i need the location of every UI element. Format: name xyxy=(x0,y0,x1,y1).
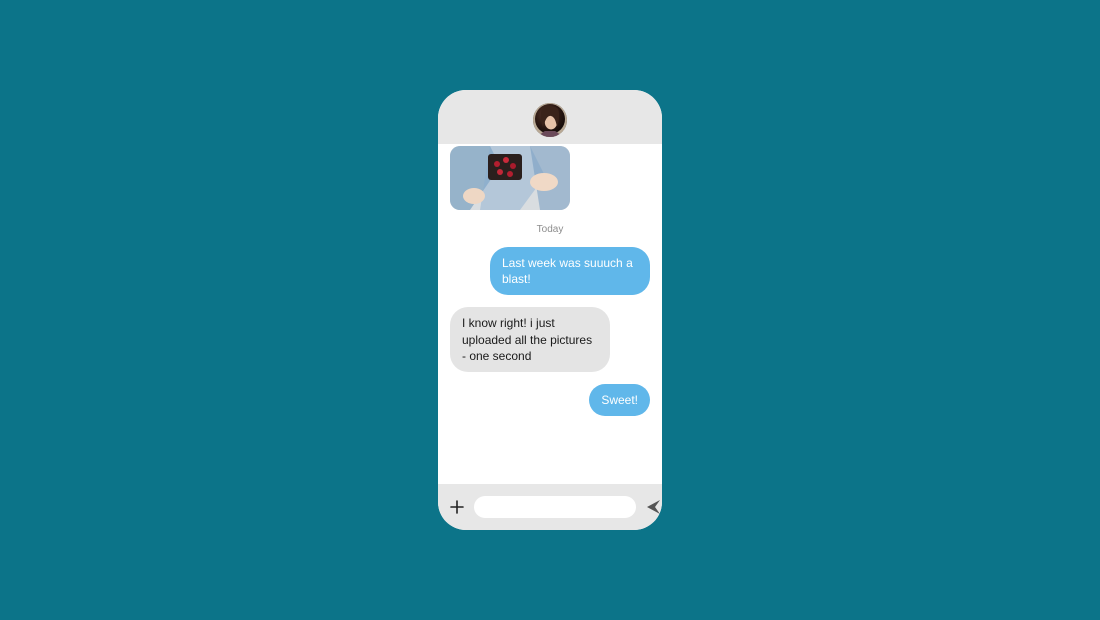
image-attachment[interactable] xyxy=(450,146,570,210)
message-row: I know right! i just uploaded all the pi… xyxy=(450,307,650,372)
plus-icon xyxy=(450,500,464,514)
attachment-thumbnail xyxy=(450,146,570,210)
date-separator: Today xyxy=(450,224,650,235)
attach-button[interactable] xyxy=(450,498,464,516)
message-row: Last week was suuuch a blast! xyxy=(450,247,650,295)
avatar-image xyxy=(533,103,567,137)
contact-avatar[interactable] xyxy=(533,103,567,137)
received-message-bubble: I know right! i just uploaded all the pi… xyxy=(450,307,610,372)
composer-bar xyxy=(438,484,662,530)
phone-frame: Today Last week was suuuch a blast! I kn… xyxy=(438,90,662,530)
sent-message-bubble: Sweet! xyxy=(589,384,650,416)
send-icon xyxy=(646,499,662,515)
chat-header xyxy=(438,90,662,144)
send-button[interactable] xyxy=(646,498,662,516)
message-row: Sweet! xyxy=(450,384,650,416)
message-input[interactable] xyxy=(474,496,636,518)
sent-message-bubble: Last week was suuuch a blast! xyxy=(490,247,650,295)
message-thread: Today Last week was suuuch a blast! I kn… xyxy=(438,144,662,484)
